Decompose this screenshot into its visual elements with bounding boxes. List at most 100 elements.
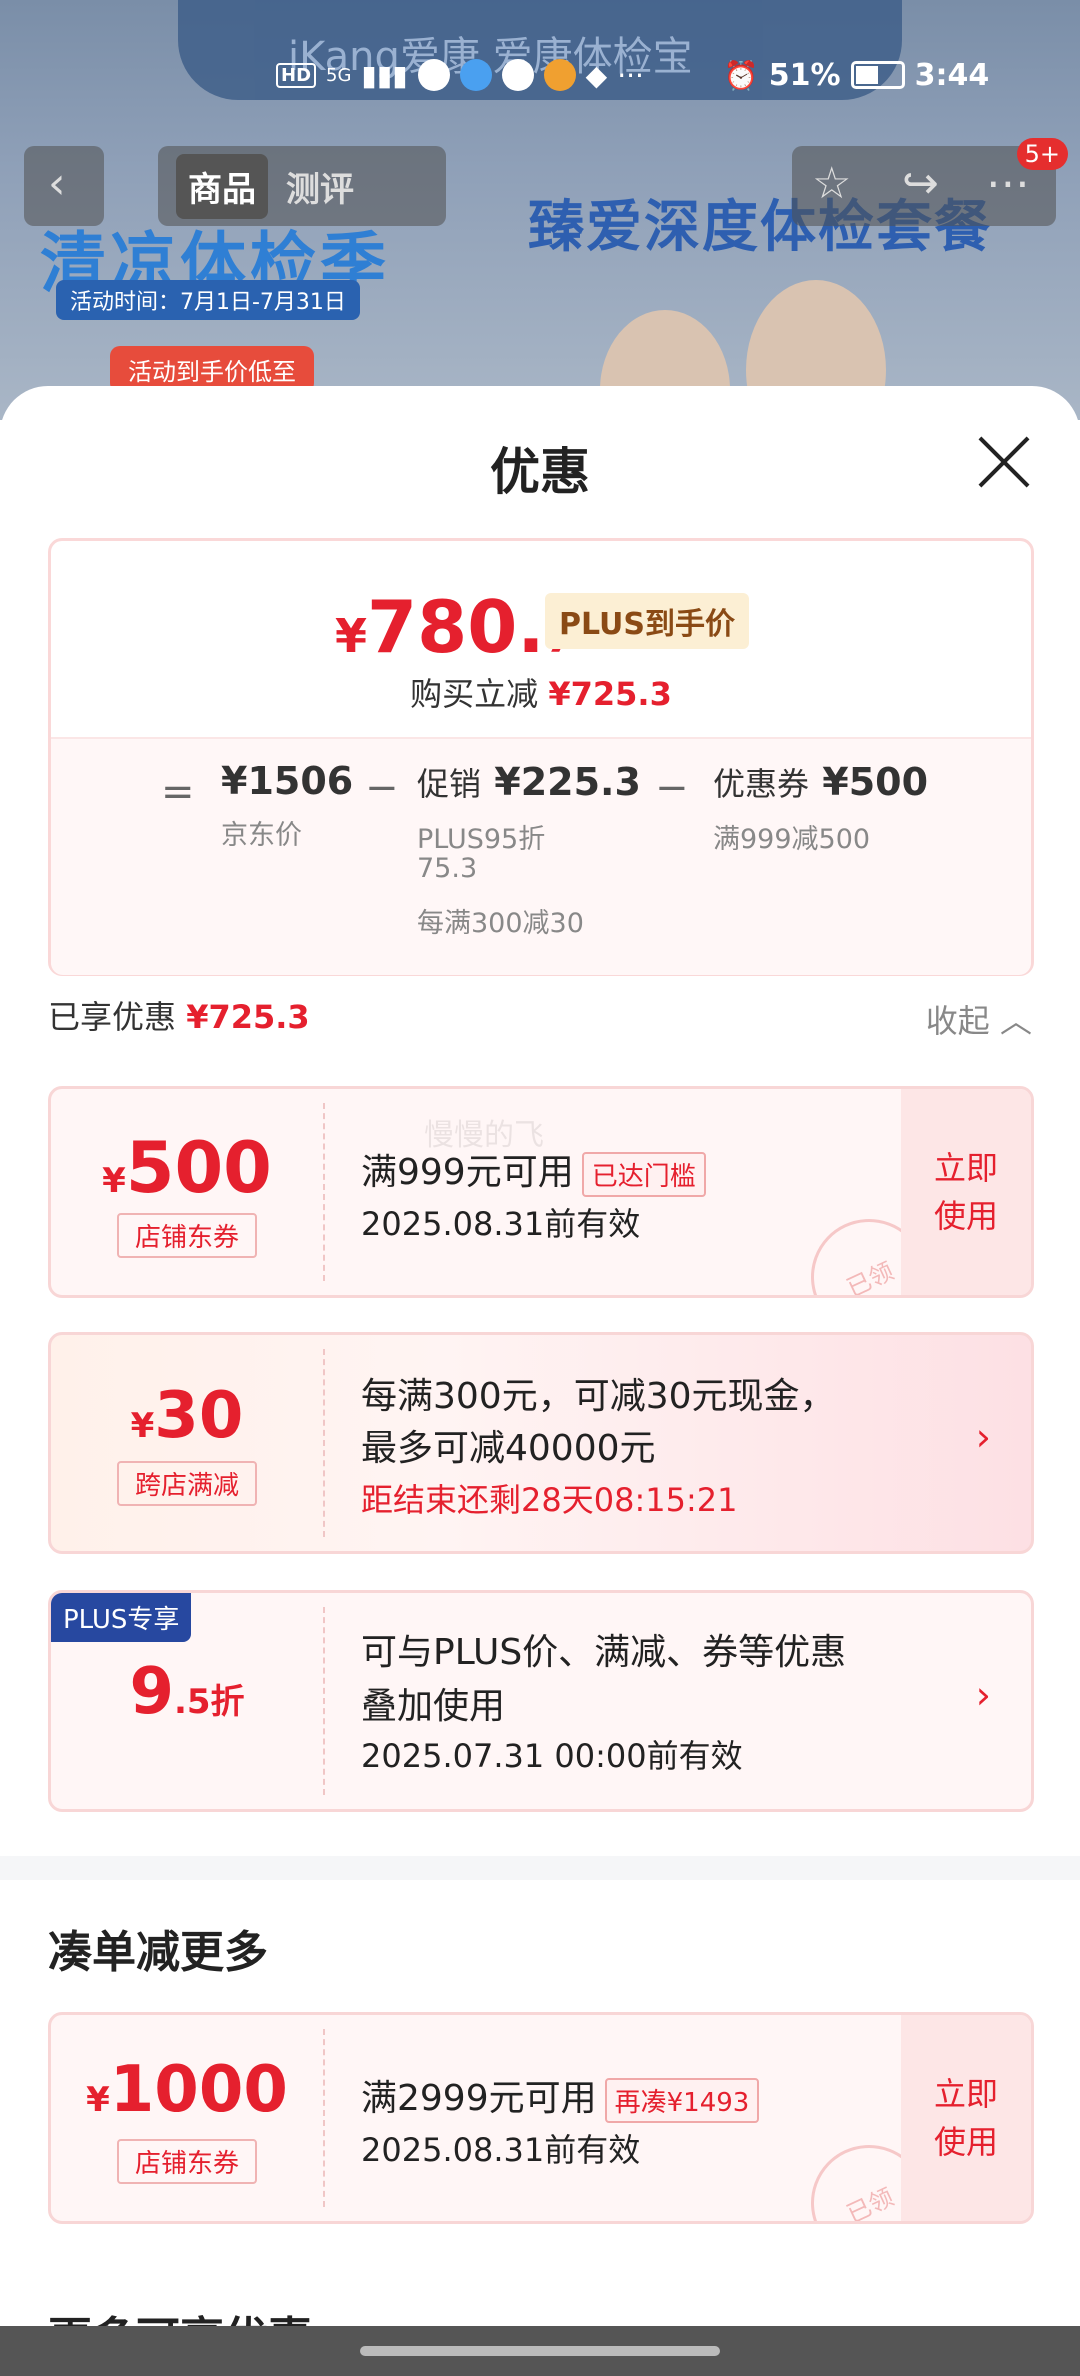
app-icon [543,59,576,91]
jd-price-label: 京东价 [221,820,302,851]
buy-reduce-label: 购买立减 [410,675,539,713]
promo-detail: 75.3 [417,853,478,884]
back-button[interactable]: ‹ [24,146,104,226]
price-int: 780. [367,585,545,669]
battery-icon [850,61,905,89]
signal-label: 5G [326,64,352,86]
nav-tabs: 商品 测评 [158,146,446,226]
star-icon[interactable]: ☆ [812,158,851,209]
enjoyed-label: 已享优惠 [48,998,177,1036]
share-icon[interactable]: ↪ [902,158,939,209]
discount-line2: 最多可减40000元 [361,1428,656,1469]
rate-number: 9 [129,1655,174,1729]
cross-store-discount-card[interactable]: ¥30 跨店满减 每满300元，可减30元现金， 最多可减40000元 距结束还… [48,1332,1034,1554]
dashed-divider [323,1349,325,1537]
use-now-label: 立即使用 [933,2075,998,2161]
collapse-label: 收起 [925,1002,990,1040]
banner-time: 活动时间：7月1日-7月31日 [56,280,360,320]
enjoyed-value: ¥725.3 [186,998,310,1036]
use-now-button[interactable]: 立即使用 [901,2015,1031,2221]
promo-value: 促销 ¥225.3 [417,759,641,805]
dashed-divider [323,2029,325,2207]
dashed-divider [323,1103,325,1281]
minus-sign: − [365,765,399,811]
section-gap [0,1856,1080,1880]
nav-actions: ☆ ↪ ⋯ 5+ [792,138,1068,226]
coupon-condition: 满2999元可用 再凑¥1493 [361,2069,760,2123]
home-indicator[interactable] [0,2326,1080,2376]
collapse-button[interactable]: 收起 ︿ [926,996,1032,1042]
message-badge: 5+ [1016,138,1068,170]
price-breakdown: = ¥1506 京东价 − 促销 ¥225.3 PLUS95折 75.3 每满3… [51,737,1031,975]
top-nav: ‹ 商品 测评 ☆ ↪ ⋯ 5+ [24,138,1068,226]
battery-percent: 51% [768,57,841,93]
coupon-type-tag: 店铺东券 [117,1213,257,1258]
buy-reduce-line: 购买立减 ¥725.3 [51,669,1031,715]
clock: 3:44 [914,57,990,93]
promo-amount: ¥225.3 [494,760,641,804]
chevron-up-icon: ︿ [999,1002,1032,1040]
chat-icon [501,59,534,91]
plus-line2: 叠加使用 [361,1686,506,1727]
tab-product[interactable]: 商品 [176,153,268,219]
chevron-right-icon: › [975,1673,991,1717]
status-bar: HD 5G ▮▮▮ ◆ ··· ⏰ 51% 3:44 [276,50,1040,100]
discount-line1: 每满300元，可减30元现金， [361,1376,836,1417]
section-title: 凑单减更多 [48,1927,268,1978]
use-now-button[interactable]: 立即使用 [901,1089,1031,1295]
promo-detail: 每满300减30 [417,908,584,939]
close-icon[interactable] [976,434,1032,490]
coupon-amount: ¥500 [822,760,929,804]
hd-icon: HD [276,62,317,88]
tab-review[interactable]: 测评 [286,162,354,211]
chevron-right-icon: › [975,1415,991,1459]
amount-number: 500 [125,1127,272,1209]
price-summary-card: ¥780.7 PLUS到手价 购买立减 ¥725.3 = ¥1506 京东价 −… [48,538,1034,976]
plus-line1: 可与PLUS价、满减、券等优惠 [361,1632,847,1673]
chevron-left-icon: ‹ [48,158,66,209]
jd-price: ¥1506 [221,759,354,803]
watermark-text: 慢慢的飞 [424,1118,544,1153]
app-icon [459,59,492,91]
coupon-type-tag: 店铺东券 [117,2139,257,2184]
add-more-tag: 再凑¥1493 [604,2077,760,2123]
amount-number: 1000 [109,2053,288,2127]
countdown-timer: 距结束还剩28天08:15:21 [361,1481,738,1519]
coupon-amount: ¥1000 [51,2053,323,2127]
plus-exclusive-card[interactable]: PLUS专享 9.5折 可与PLUS价、满减、券等优惠 叠加使用 2025.07… [48,1590,1034,1812]
enjoyed-discount: 已享优惠 ¥725.3 [48,992,310,1038]
coupon-validity: 2025.08.31前有效 [361,2131,641,2169]
condition-text: 满2999元可用 [361,2078,597,2119]
currency-symbol: ¥ [130,1406,155,1446]
discount-type-tag: 跨店满减 [117,1461,257,1506]
coupon-detail: 满999减500 [713,824,871,855]
plus-exclusive-tag: PLUS专享 [51,1593,192,1642]
currency-symbol: ¥ [335,609,368,663]
coupon-validity: 2025.08.31前有效 [361,1205,641,1243]
more-icon: ··· [617,58,644,92]
plus-validity: 2025.07.31 00:00前有效 [361,1737,743,1775]
coupon-label: 优惠券 [713,765,810,803]
plus-price-tag: PLUS到手价 [545,593,750,649]
promo-detail: PLUS95折 [417,824,546,855]
rate-suffix: .5折 [173,1682,245,1722]
equals-sign: = [161,769,195,815]
coupon-value: 优惠券 ¥500 [713,759,928,805]
threshold-reached-tag: 已达门槛 [581,1151,706,1197]
signal-icon: ▮▮▮ [361,58,408,92]
promo-label: 促销 [417,765,482,803]
use-now-label: 立即使用 [933,1149,998,1235]
plus-discount-rate: 9.5折 [51,1655,323,1729]
app-icon [417,59,450,91]
store-coupon-card: ¥1000 店铺东券 满2999元可用 再凑¥1493 2025.08.31前有效… [48,2012,1034,2224]
minus-sign: − [655,765,689,811]
sheet-title: 优惠 [490,443,590,501]
discount-amount: ¥30 [51,1379,323,1453]
discount-sheet: 优惠 ¥780.7 PLUS到手价 购买立减 ¥725.3 = ¥1506 京东… [0,386,1080,2376]
buy-reduce-value: ¥725.3 [548,675,672,713]
coupon-amount: ¥500 [51,1127,323,1209]
currency-symbol: ¥ [86,2080,110,2120]
alarm-icon: ⏰ [723,58,759,92]
final-price: ¥780.7 [335,585,575,669]
currency-symbol: ¥ [102,1161,126,1201]
